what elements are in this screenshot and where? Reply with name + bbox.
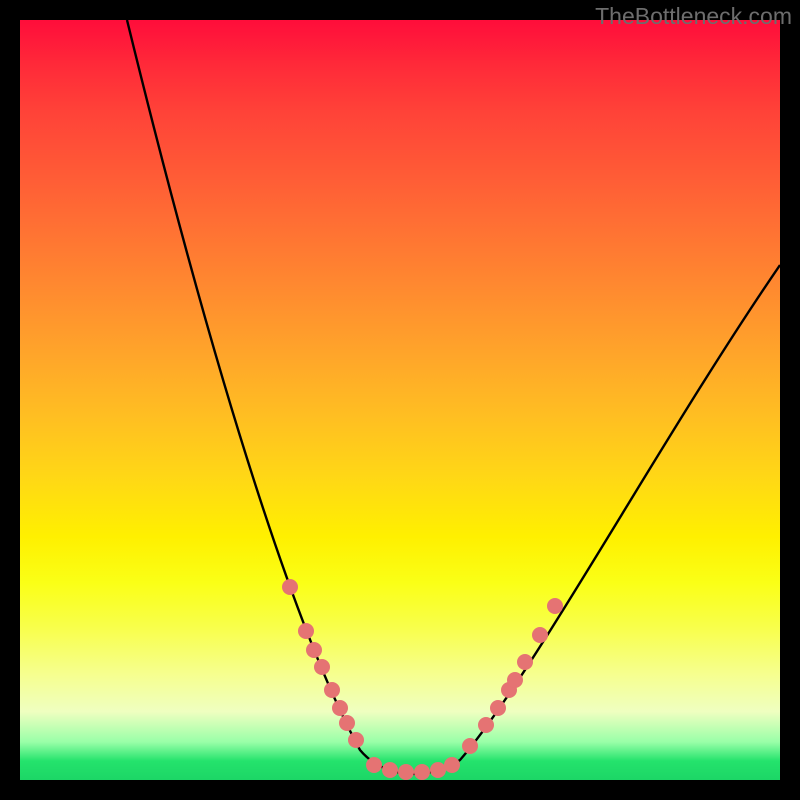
data-point (462, 738, 478, 754)
watermark-label: TheBottleneck.com (595, 3, 792, 30)
data-point (517, 654, 533, 670)
plot-area (20, 20, 780, 780)
data-point (339, 715, 355, 731)
data-point (398, 764, 414, 780)
data-point (430, 762, 446, 778)
data-point (306, 642, 322, 658)
data-point (282, 579, 298, 595)
data-point (348, 732, 364, 748)
data-point (507, 672, 523, 688)
data-point (478, 717, 494, 733)
bottleneck-curve (20, 20, 780, 780)
data-point (298, 623, 314, 639)
data-markers (282, 579, 563, 780)
data-point (332, 700, 348, 716)
data-point (490, 700, 506, 716)
chart-frame: TheBottleneck.com (0, 0, 800, 800)
data-point (314, 659, 330, 675)
data-point (366, 757, 382, 773)
data-point (414, 764, 430, 780)
data-point (532, 627, 548, 643)
data-point (444, 757, 460, 773)
data-point (547, 598, 563, 614)
data-point (324, 682, 340, 698)
curve-path (127, 20, 780, 774)
data-point (382, 762, 398, 778)
